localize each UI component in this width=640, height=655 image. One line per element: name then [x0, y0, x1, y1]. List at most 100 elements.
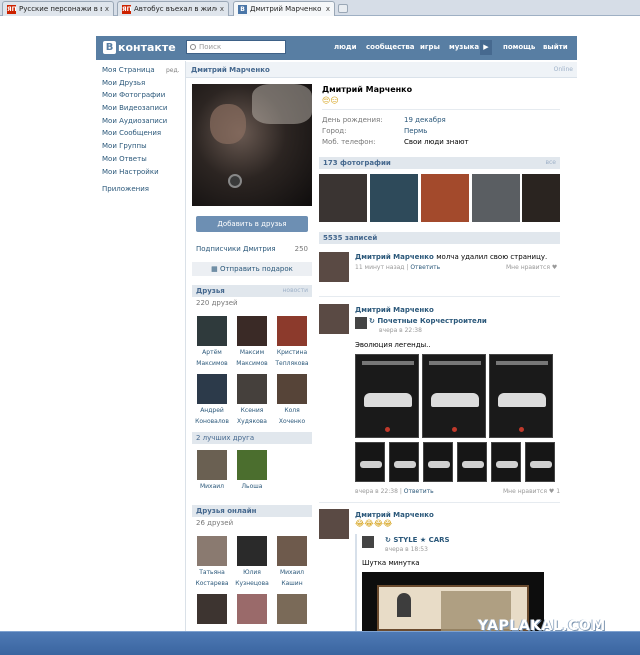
post-image[interactable] — [422, 354, 486, 438]
nav-games[interactable]: игры — [420, 43, 440, 51]
avatar — [277, 316, 307, 346]
menu-my-friends[interactable]: Мои Друзья — [102, 77, 167, 90]
menu-my-settings[interactable]: Мои Настройки — [102, 166, 167, 179]
friend-last-name: Кузнецова — [235, 579, 269, 587]
post-author-name[interactable]: Дмитрий Марченко — [355, 253, 434, 261]
online-friends-header[interactable]: Друзья онлайн — [192, 505, 312, 517]
browser-tab-3-active[interactable]: В Дмитрий Марченко x — [233, 1, 335, 16]
friend-card[interactable]: Андрей Коновалов — [195, 374, 229, 425]
photo-thumb[interactable] — [370, 174, 418, 222]
add-friend-button[interactable]: Добавить в друзья — [196, 216, 308, 232]
avatar[interactable] — [319, 252, 349, 282]
avatar[interactable] — [319, 304, 349, 334]
nav-help[interactable]: помощь — [503, 43, 535, 51]
friend-card[interactable]: Льоша — [235, 450, 269, 491]
friends-news-link[interactable]: новости — [283, 285, 309, 297]
menu-my-audio[interactable]: Мои Аудиозаписи — [102, 115, 167, 128]
friends-count[interactable]: 220 друзей — [196, 299, 238, 307]
friends-block-header[interactable]: Друзья новости — [192, 285, 312, 297]
friend-card[interactable]: Татьяна Костарева — [195, 536, 229, 587]
send-gift-button[interactable]: ▦ Отправить подарок — [192, 262, 312, 276]
watermark: YAPLAKAL.COM — [478, 618, 606, 634]
friend-card[interactable]: Михаил — [195, 450, 229, 491]
browser-tab-1[interactable]: ЯП Русские персонажи в вк x — [2, 1, 114, 16]
repost-source-name[interactable]: Почетные Корчестроители — [377, 317, 487, 325]
photo-thumb[interactable] — [319, 174, 367, 222]
heart-icon: ♥ — [551, 264, 558, 271]
post-time[interactable]: 11 минут назад — [355, 264, 404, 271]
post-image[interactable] — [355, 354, 419, 438]
close-icon[interactable]: x — [105, 5, 109, 13]
nav-logout[interactable]: выйти — [543, 43, 568, 51]
post-image[interactable] — [457, 442, 487, 482]
info-value[interactable]: 19 декабря — [404, 116, 446, 124]
nav-communities[interactable]: сообщества — [366, 43, 415, 51]
menu-my-messages[interactable]: Мои Сообщения — [102, 127, 167, 140]
online-status: Online — [553, 66, 573, 73]
nav-people[interactable]: люди — [334, 43, 357, 51]
info-value[interactable]: Пермь — [404, 127, 427, 135]
photo-thumb[interactable] — [421, 174, 469, 222]
repost-source[interactable]: ↻ STYLE ★ CARS — [385, 536, 450, 544]
photo-thumb[interactable] — [522, 174, 560, 222]
post-emoji: 😂😂😂😂 — [355, 519, 393, 528]
post-author-name[interactable]: Дмитрий Марченко — [355, 306, 434, 314]
vk-logo[interactable]: В контакте — [103, 41, 176, 54]
repost-source-name[interactable]: STYLE ★ CARS — [393, 536, 449, 544]
friend-card[interactable] — [275, 594, 309, 624]
repost-source[interactable]: ↻ Почетные Корчестроители — [369, 317, 487, 325]
friend-card[interactable]: Максим Максимов — [235, 316, 269, 367]
profile-photo[interactable] — [192, 84, 312, 206]
post-image[interactable] — [423, 442, 453, 482]
post-author[interactable]: Дмитрий Марченко молча удалил свою стран… — [355, 253, 547, 261]
reply-link[interactable]: Ответить — [410, 264, 440, 271]
avatar[interactable] — [319, 509, 349, 539]
repost-time[interactable]: вчера в 22:38 — [379, 327, 422, 334]
menu-my-groups[interactable]: Мои Группы — [102, 140, 167, 153]
repost-source-avatar[interactable] — [355, 317, 367, 329]
friend-card[interactable]: Артём Максимов — [195, 316, 229, 367]
post-image[interactable] — [489, 354, 553, 438]
menu-apps[interactable]: Приложения — [102, 183, 149, 196]
close-icon[interactable]: x — [326, 5, 330, 13]
online-friends-count[interactable]: 26 друзей — [196, 519, 233, 527]
friend-card[interactable]: Михаил Кашин — [275, 536, 309, 587]
music-play-icon[interactable]: ▶ — [480, 40, 492, 55]
status-emoji: 😔😑 — [322, 96, 339, 105]
post-image[interactable] — [491, 442, 521, 482]
browser-tab-2[interactable]: ЯП Автобус въехал в жилой x — [117, 1, 229, 16]
friend-card[interactable] — [195, 594, 229, 624]
reply-link[interactable]: Ответить — [404, 488, 434, 495]
friend-card[interactable] — [235, 594, 269, 624]
like-button[interactable]: Мне нравится ♥ — [506, 264, 557, 271]
photo-thumb[interactable] — [472, 174, 520, 222]
like-button[interactable]: Мне нравится ♥ 1 — [503, 488, 560, 495]
menu-my-photos[interactable]: Мои Фотографии — [102, 89, 167, 102]
repost-time[interactable]: вчера в 18:53 — [385, 546, 428, 553]
post-image[interactable] — [525, 442, 555, 482]
menu-my-videos[interactable]: Мои Видеозаписи — [102, 102, 167, 115]
post-author-name[interactable]: Дмитрий Марченко — [355, 511, 434, 519]
photos-block-header[interactable]: 173 фотографии все — [319, 157, 560, 169]
friend-card[interactable]: Ксения Худякова — [235, 374, 269, 425]
post-time[interactable]: вчера в 22:38 — [355, 488, 398, 495]
friend-card[interactable]: Юлия Кузнецова — [235, 536, 269, 587]
photos-all-link[interactable]: все — [545, 157, 556, 169]
repost-source-avatar[interactable] — [362, 536, 374, 548]
close-icon[interactable]: x — [220, 5, 224, 13]
posts-block-header[interactable]: 5535 записей — [319, 232, 560, 244]
menu-my-page[interactable]: Моя Страница — [102, 64, 167, 77]
post-image[interactable] — [355, 442, 385, 482]
friend-card[interactable]: Коля Хоченко — [275, 374, 309, 425]
post-image[interactable] — [389, 442, 419, 482]
search-input[interactable]: Поиск — [186, 40, 286, 54]
new-tab-button[interactable] — [338, 4, 348, 13]
subscribers-link[interactable]: Подписчики Дмитрия 250 — [196, 245, 308, 253]
menu-my-answers[interactable]: Мои Ответы — [102, 153, 167, 166]
friend-card[interactable]: Кристина Теплякова — [275, 316, 309, 367]
best-friends-count[interactable]: 2 лучших друга — [196, 434, 254, 442]
friend-last-name: Худякова — [237, 417, 267, 425]
edit-link[interactable]: ред. — [166, 67, 180, 74]
nav-music[interactable]: музыка — [449, 43, 479, 51]
tab-favicon-icon: ЯП — [7, 4, 17, 14]
